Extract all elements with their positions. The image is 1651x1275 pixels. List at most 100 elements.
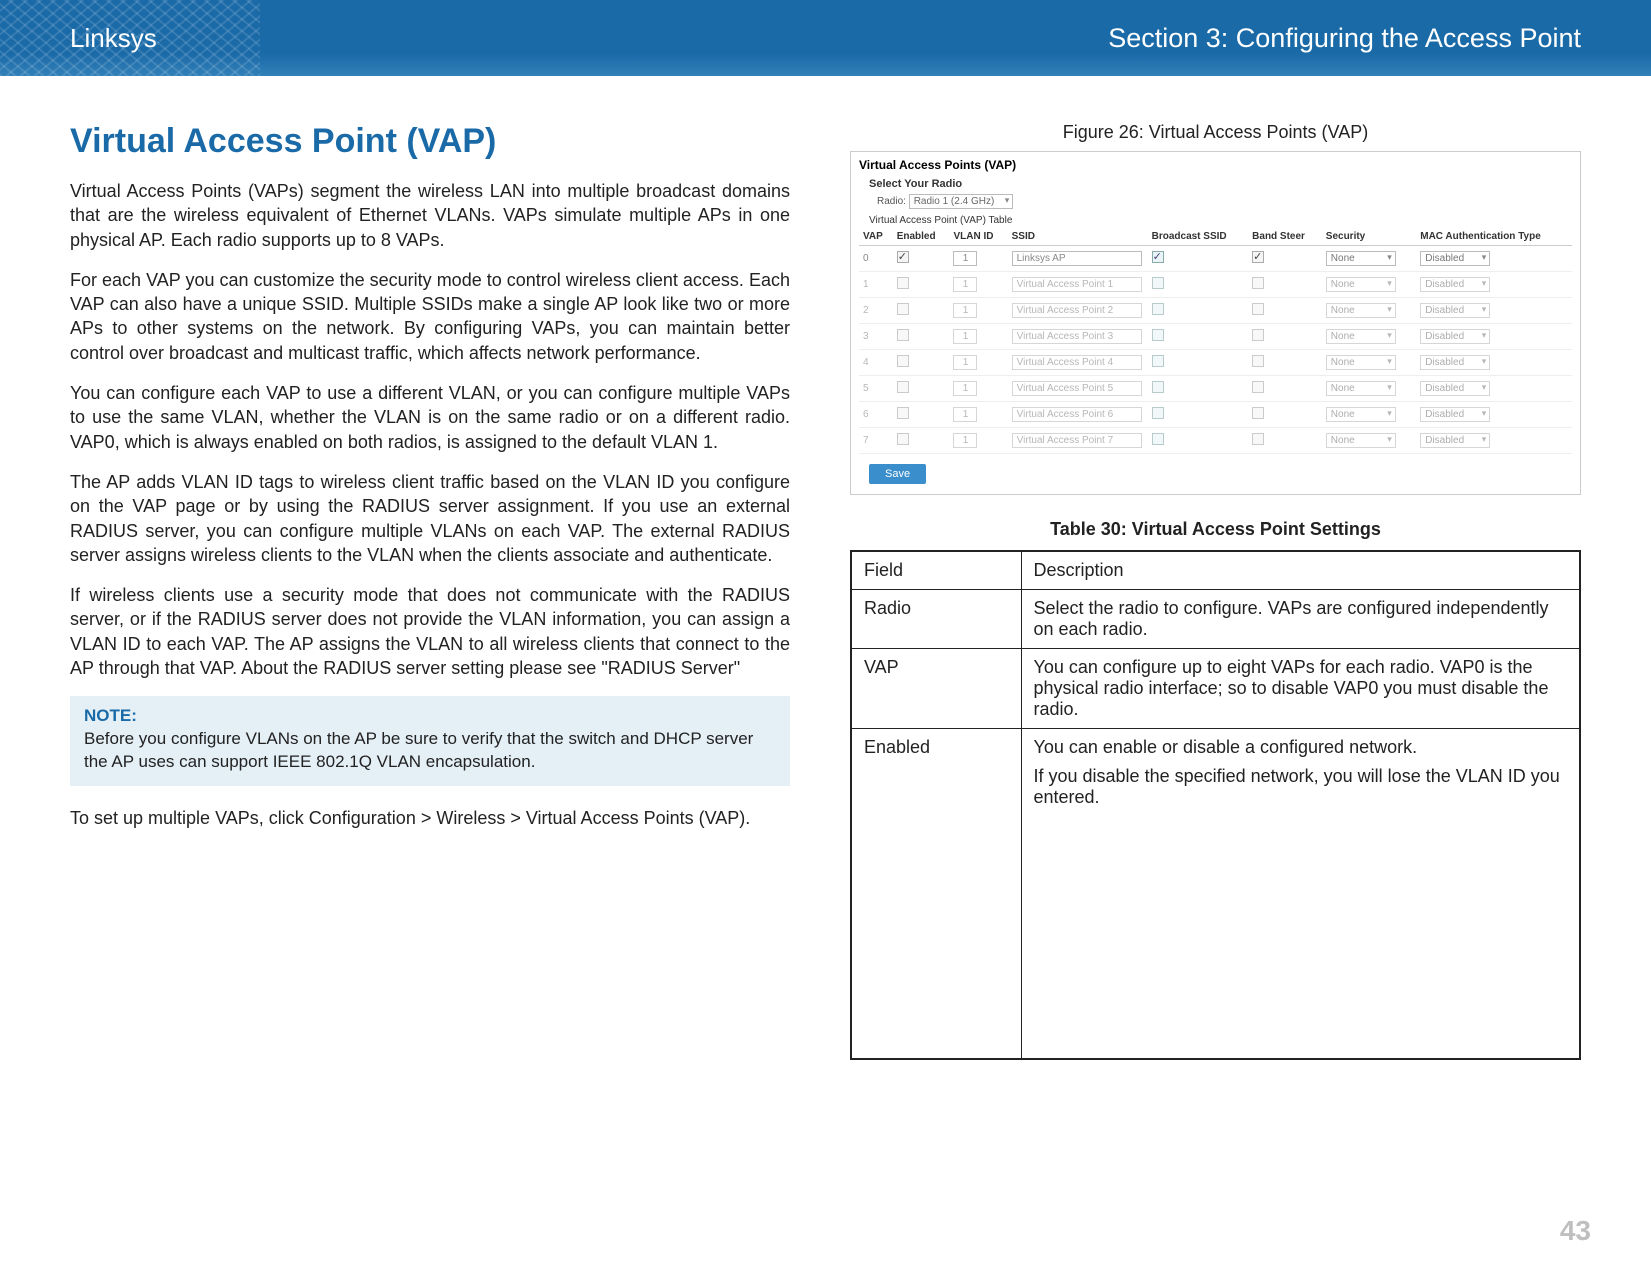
brand-logo-text: Linksys	[70, 23, 157, 54]
col-ssid: SSID	[1008, 228, 1148, 246]
mac-auth-select[interactable]: Disabled	[1420, 433, 1490, 448]
band-steer-checkbox[interactable]	[1252, 277, 1264, 289]
broadcast-checkbox[interactable]	[1152, 251, 1164, 263]
page-header: Linksys Section 3: Configuring the Acces…	[0, 0, 1651, 76]
security-select[interactable]: None	[1326, 329, 1396, 344]
paragraph: The AP adds VLAN ID tags to wireless cli…	[70, 470, 790, 567]
paragraph: If wireless clients use a security mode …	[70, 583, 790, 680]
mac-auth-select[interactable]: Disabled	[1420, 277, 1490, 292]
vap-row: 0 1 Linksys AP None Disabled	[859, 246, 1572, 272]
figure-caption: Figure 26: Virtual Access Points (VAP)	[850, 122, 1581, 143]
mac-auth-select[interactable]: Disabled	[1420, 303, 1490, 318]
security-select[interactable]: None	[1326, 303, 1396, 318]
vlan-id-input[interactable]: 1	[953, 303, 977, 318]
security-select[interactable]: None	[1326, 407, 1396, 422]
vap-row: 1 1 Virtual Access Point 1 None Disabled	[859, 272, 1572, 298]
vap-table-caption: Virtual Access Point (VAP) Table	[869, 215, 1572, 226]
ssid-input[interactable]: Virtual Access Point 7	[1012, 433, 1142, 448]
vlan-id-input[interactable]: 1	[953, 381, 977, 396]
enabled-checkbox[interactable]	[897, 381, 909, 393]
broadcast-checkbox[interactable]	[1152, 303, 1164, 315]
radio-select[interactable]: Radio 1 (2.4 GHz)	[909, 194, 1014, 209]
security-select[interactable]: None	[1326, 277, 1396, 292]
radio-label: Radio:	[877, 196, 906, 207]
paragraph: You can configure each VAP to use a diff…	[70, 381, 790, 454]
desc-line: You can enable or disable a configured n…	[1034, 737, 1568, 758]
enabled-checkbox[interactable]	[897, 329, 909, 341]
vap-row: 2 1 Virtual Access Point 2 None Disabled	[859, 298, 1572, 324]
paragraph: For each VAP you can customize the secur…	[70, 268, 790, 365]
band-steer-checkbox[interactable]	[1252, 407, 1264, 419]
left-column: Virtual Access Point (VAP) Virtual Acces…	[70, 122, 790, 1060]
vap-row: 71Virtual Access Point 7NoneDisabled	[859, 428, 1572, 454]
vlan-id-input[interactable]: 1	[953, 251, 977, 266]
table-row: VAP You can configure up to eight VAPs f…	[851, 649, 1580, 729]
vap-num: 4	[859, 350, 893, 376]
right-column: Figure 26: Virtual Access Points (VAP) V…	[850, 122, 1581, 1060]
vap-num: 1	[859, 272, 893, 298]
ssid-input[interactable]: Virtual Access Point 4	[1012, 355, 1142, 370]
desc-line: If you disable the specified network, yo…	[1034, 766, 1568, 808]
ssid-input[interactable]: Virtual Access Point 3	[1012, 329, 1142, 344]
broadcast-checkbox[interactable]	[1152, 381, 1164, 393]
security-select[interactable]: None	[1326, 355, 1396, 370]
band-steer-checkbox[interactable]	[1252, 355, 1264, 367]
enabled-checkbox[interactable]	[897, 251, 909, 263]
field-cell: VAP	[851, 649, 1021, 729]
vap-num: 5	[859, 376, 893, 402]
band-steer-checkbox[interactable]	[1252, 381, 1264, 393]
security-select[interactable]: None	[1326, 433, 1396, 448]
broadcast-checkbox[interactable]	[1152, 277, 1164, 289]
col-mac: MAC Authentication Type	[1416, 228, 1572, 246]
vlan-id-input[interactable]: 1	[953, 433, 977, 448]
broadcast-checkbox[interactable]	[1152, 407, 1164, 419]
mac-auth-select[interactable]: Disabled	[1420, 407, 1490, 422]
col-broadcast: Broadcast SSID	[1148, 228, 1249, 246]
security-select[interactable]: None	[1326, 381, 1396, 396]
body-text: Virtual Access Points (VAPs) segment the…	[70, 179, 790, 831]
vap-num: 2	[859, 298, 893, 324]
enabled-checkbox[interactable]	[897, 433, 909, 445]
broadcast-checkbox[interactable]	[1152, 355, 1164, 367]
enabled-checkbox[interactable]	[897, 277, 909, 289]
mac-auth-select[interactable]: Disabled	[1420, 251, 1490, 266]
ssid-input[interactable]: Virtual Access Point 2	[1012, 303, 1142, 318]
vlan-id-input[interactable]: 1	[953, 407, 977, 422]
ssid-input[interactable]: Virtual Access Point 5	[1012, 381, 1142, 396]
mac-auth-select[interactable]: Disabled	[1420, 355, 1490, 370]
enabled-checkbox[interactable]	[897, 407, 909, 419]
band-steer-checkbox[interactable]	[1252, 303, 1264, 315]
security-select[interactable]: None	[1326, 251, 1396, 266]
vlan-id-input[interactable]: 1	[953, 355, 977, 370]
ssid-input[interactable]: Virtual Access Point 6	[1012, 407, 1142, 422]
ssid-input[interactable]: Linksys AP	[1012, 251, 1142, 266]
broadcast-checkbox[interactable]	[1152, 329, 1164, 341]
paragraph: Virtual Access Points (VAPs) segment the…	[70, 179, 790, 252]
ssid-input[interactable]: Virtual Access Point 1	[1012, 277, 1142, 292]
col-vap: VAP	[859, 228, 893, 246]
band-steer-checkbox[interactable]	[1252, 329, 1264, 341]
note-title: NOTE:	[84, 706, 776, 726]
vlan-id-input[interactable]: 1	[953, 329, 977, 344]
enabled-checkbox[interactable]	[897, 355, 909, 367]
band-steer-checkbox[interactable]	[1252, 433, 1264, 445]
save-button[interactable]: Save	[869, 464, 926, 484]
mac-auth-select[interactable]: Disabled	[1420, 329, 1490, 344]
page-body: Virtual Access Point (VAP) Virtual Acces…	[0, 76, 1651, 1060]
radio-row: Radio: Radio 1 (2.4 GHz)	[877, 194, 1572, 209]
mac-auth-select[interactable]: Disabled	[1420, 381, 1490, 396]
settings-table: Field Description Radio Select the radio…	[850, 550, 1581, 1060]
select-your-radio-label: Select Your Radio	[869, 178, 1572, 190]
note-body: Before you configure VLANs on the AP be …	[84, 728, 776, 774]
broadcast-checkbox[interactable]	[1152, 433, 1164, 445]
page-title: Virtual Access Point (VAP)	[70, 122, 790, 161]
vap-table: VAP Enabled VLAN ID SSID Broadcast SSID …	[859, 228, 1572, 454]
enabled-checkbox[interactable]	[897, 303, 909, 315]
vlan-id-input[interactable]: 1	[953, 277, 977, 292]
table-caption: Table 30: Virtual Access Point Settings	[850, 519, 1581, 540]
field-cell: Radio	[851, 590, 1021, 649]
vap-num: 3	[859, 324, 893, 350]
band-steer-checkbox[interactable]	[1252, 251, 1264, 263]
header-description: Description	[1021, 551, 1580, 590]
vap-num: 0	[859, 246, 893, 272]
